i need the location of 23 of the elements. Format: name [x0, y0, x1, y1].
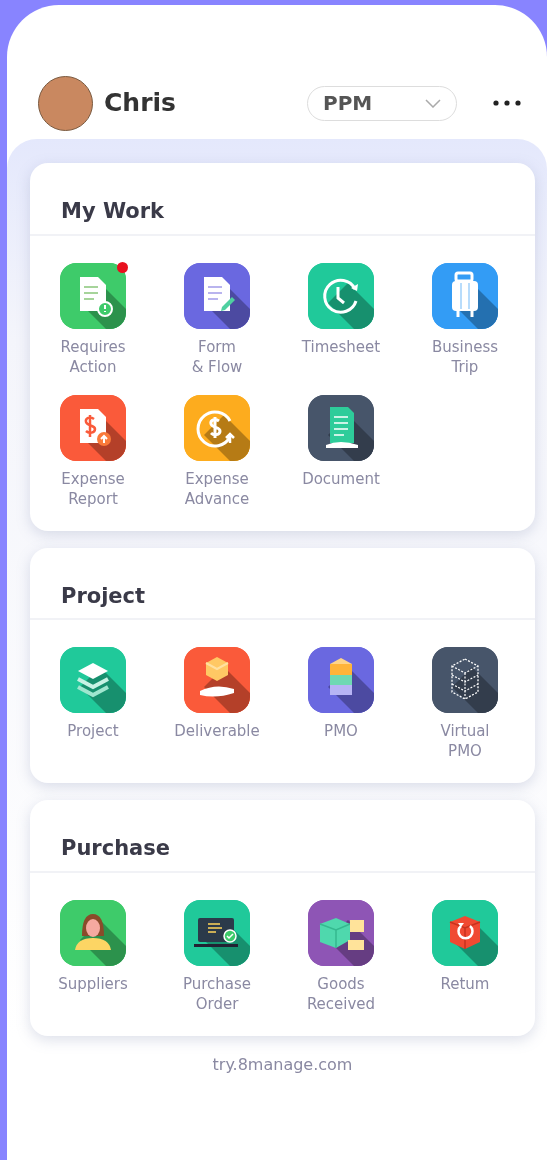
app-shortcut[interactable]: Timesheet — [279, 262, 403, 377]
app-shortcut[interactable]: Document — [279, 394, 403, 509]
app-shortcut[interactable]: Business Trip — [403, 262, 527, 377]
app-shortcut[interactable]: Form & Flow — [155, 262, 279, 377]
app-shortcut[interactable]: Deliverable — [155, 647, 279, 761]
user-name: Chris — [104, 87, 176, 120]
section-title: My Work — [30, 163, 535, 236]
section-title: Project — [30, 547, 535, 620]
more-icon — [493, 100, 521, 106]
app-shortcut[interactable]: Requires Action — [31, 262, 155, 377]
app-shortcut[interactable]: Expense Report — [31, 394, 155, 509]
workspace-dropdown[interactable]: PPM — [307, 85, 457, 121]
app-shortcut[interactable]: Purchase Order — [155, 899, 279, 1014]
app-shortcut[interactable]: Expense Advance — [155, 394, 279, 509]
app-shortcut[interactable]: Virtual PMO — [403, 647, 527, 761]
app-shortcut[interactable]: Retum — [403, 899, 527, 1014]
section-title: Purchase — [30, 800, 535, 873]
app-shortcut[interactable]: Goods Received — [279, 899, 403, 1014]
app-shortcut[interactable]: Suppliers — [31, 899, 155, 1014]
chevron-down-icon — [425, 98, 441, 108]
app-shortcut[interactable]: PMO — [279, 647, 403, 761]
app-shortcut[interactable]: Project — [31, 647, 155, 761]
site-url: try.8manage.com — [211, 1053, 354, 1076]
